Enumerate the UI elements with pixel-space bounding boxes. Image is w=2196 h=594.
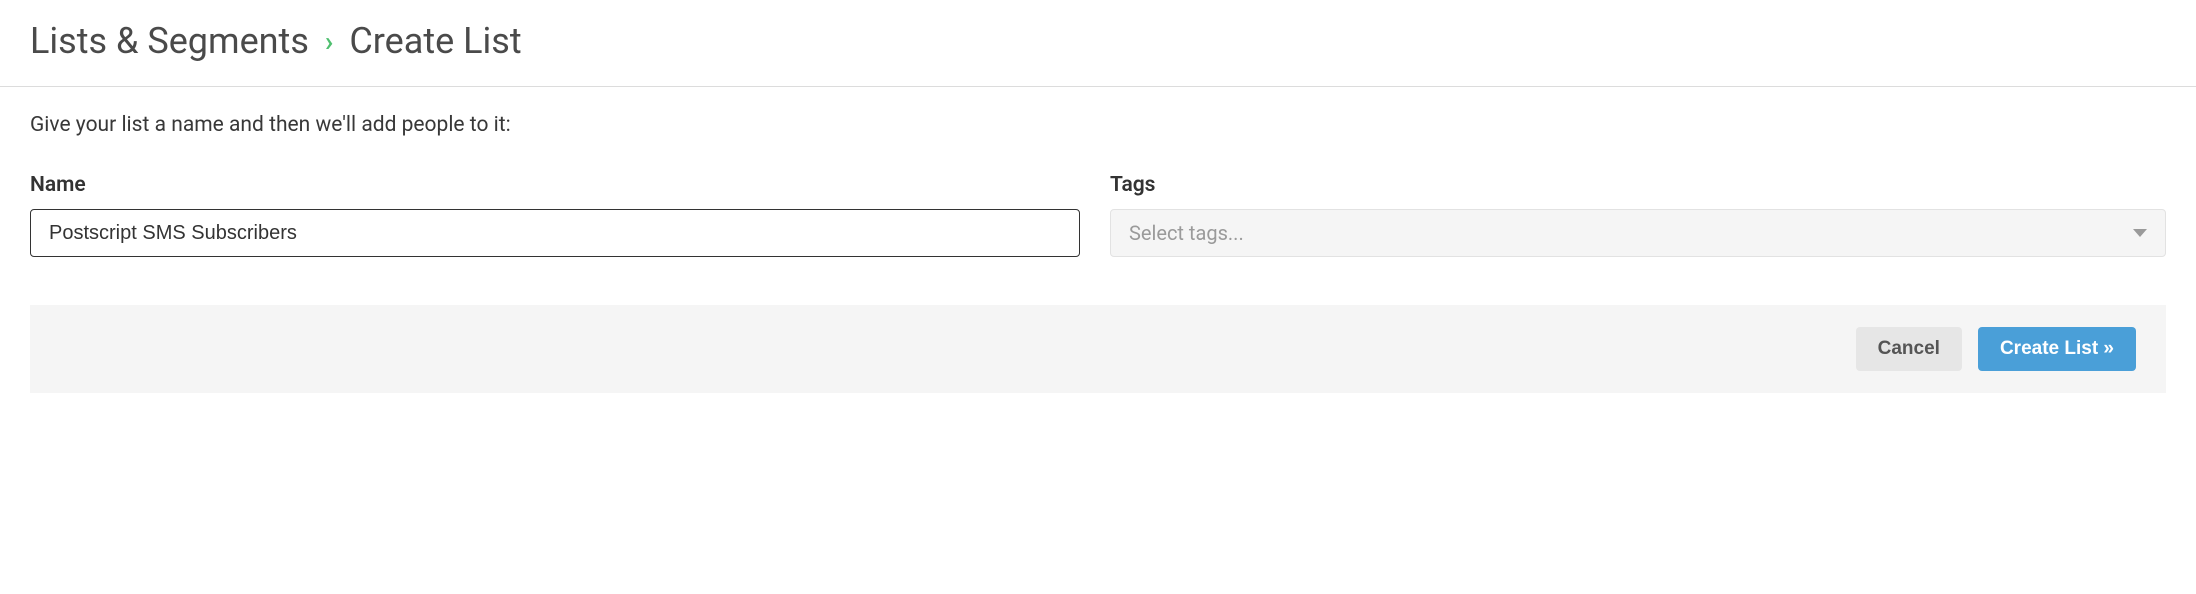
tags-label: Tags: [1110, 173, 2166, 197]
footer-actions: Cancel Create List »: [30, 305, 2166, 393]
form-row: Name Tags Select tags...: [30, 173, 2166, 257]
content-area: Give your list a name and then we'll add…: [0, 87, 2196, 393]
breadcrumb-parent[interactable]: Lists & Segments: [30, 20, 309, 62]
breadcrumb: Lists & Segments › Create List: [30, 20, 2166, 62]
chevron-down-icon: [2133, 229, 2147, 237]
cancel-button[interactable]: Cancel: [1856, 327, 1962, 371]
name-field-group: Name: [30, 173, 1080, 257]
name-input[interactable]: [30, 209, 1080, 257]
tags-field-group: Tags Select tags...: [1110, 173, 2166, 257]
instruction-text: Give your list a name and then we'll add…: [30, 113, 2166, 137]
chevron-right-icon: ›: [325, 25, 333, 58]
page-header: Lists & Segments › Create List: [0, 0, 2196, 87]
create-list-button[interactable]: Create List »: [1978, 327, 2136, 371]
tags-placeholder: Select tags...: [1129, 221, 1244, 245]
breadcrumb-current: Create List: [349, 20, 521, 62]
name-label: Name: [30, 173, 1080, 197]
tags-select[interactable]: Select tags...: [1110, 209, 2166, 257]
